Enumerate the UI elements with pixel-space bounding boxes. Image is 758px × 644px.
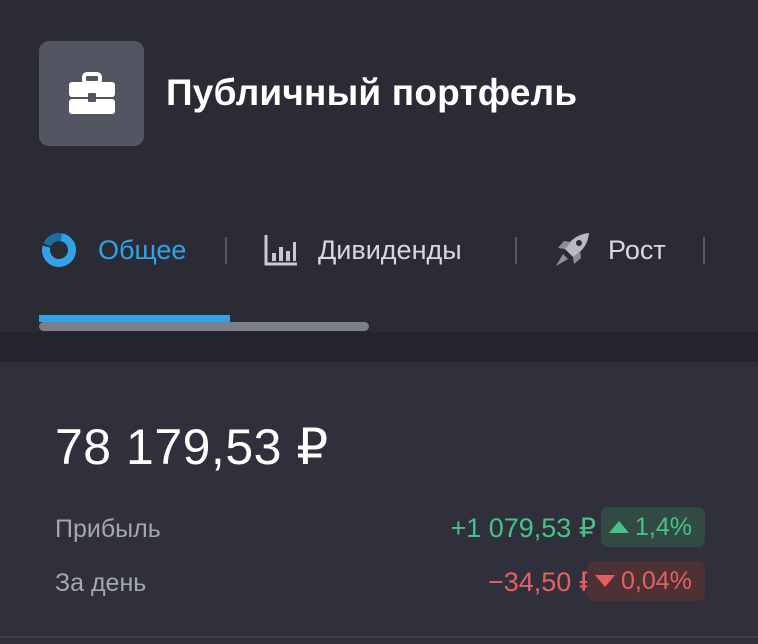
profit-label: Прибыль	[55, 515, 161, 543]
portfolio-summary: 78 179,53 ₽ Прибыль +1 079,53 ₽ 1,4% За …	[0, 362, 758, 644]
triangle-down-icon	[595, 575, 615, 587]
day-change-label: За день	[55, 569, 147, 597]
page-title: Публичный портфель	[166, 72, 578, 113]
rocket-icon	[556, 233, 589, 266]
tab-overview[interactable]: Общее	[40, 222, 186, 278]
triangle-up-icon	[609, 521, 629, 533]
profit-percent: 1,4%	[635, 512, 692, 541]
tab-dividends[interactable]: Дивиденды	[263, 222, 462, 278]
tab-dividends-label: Дивиденды	[318, 234, 462, 265]
portfolio-header: Публичный портфель Общее Дивиденды Рост	[0, 0, 758, 332]
active-tab-indicator	[39, 315, 230, 322]
tab-divider	[515, 237, 517, 264]
day-change-value: −34,50 ₽	[487, 567, 596, 597]
profit-percent-badge: 1,4%	[601, 507, 705, 547]
profit-value: +1 079,53 ₽	[450, 513, 596, 543]
tab-growth[interactable]: Рост	[552, 222, 666, 278]
day-change-percent-badge: 0,04%	[587, 561, 705, 601]
section-separator	[0, 332, 758, 362]
tab-divider	[703, 237, 705, 264]
portfolio-total-value: 78 179,53 ₽	[55, 419, 329, 475]
portfolio-tabs: Общее Дивиденды Рост	[0, 222, 758, 278]
day-change-percent: 0,04%	[621, 566, 692, 595]
bottom-divider	[0, 636, 758, 638]
tab-growth-label: Рост	[608, 234, 666, 265]
tab-overview-label: Общее	[98, 234, 187, 265]
tab-divider	[225, 237, 227, 264]
tabs-scrollbar[interactable]	[39, 322, 369, 331]
bar-chart-icon	[264, 235, 297, 266]
donut-chart-icon	[42, 232, 76, 267]
portfolio-avatar	[39, 41, 144, 146]
briefcase-icon	[68, 71, 115, 114]
